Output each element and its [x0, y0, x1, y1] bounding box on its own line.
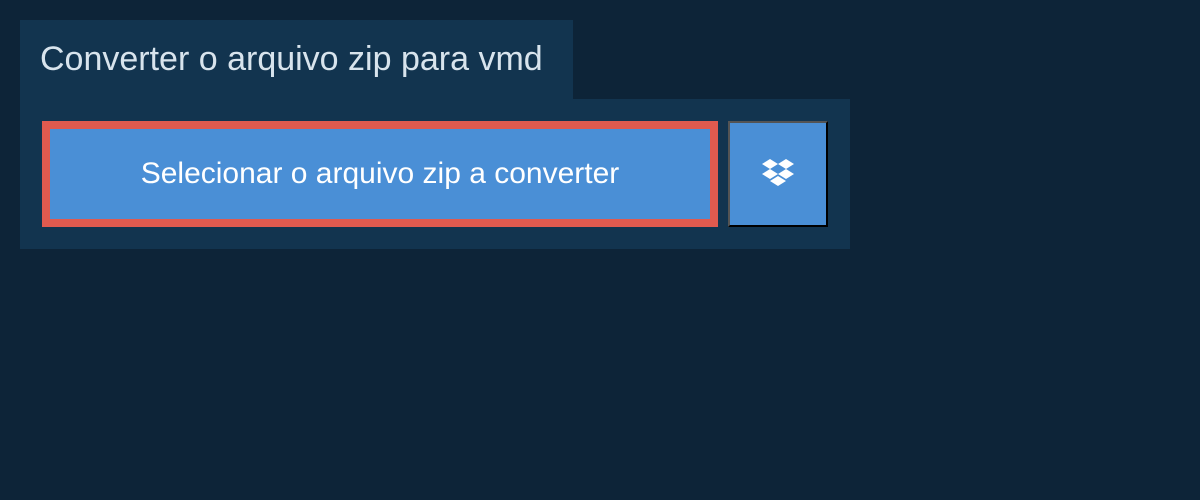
action-panel: Selecionar o arquivo zip a converter [20, 99, 850, 249]
converter-container: Converter o arquivo zip para vmd Selecio… [0, 0, 1200, 269]
content-wrapper: Converter o arquivo zip para vmd Selecio… [20, 20, 850, 249]
title-bar: Converter o arquivo zip para vmd [20, 20, 573, 99]
select-file-label: Selecionar o arquivo zip a converter [141, 157, 620, 191]
page-title: Converter o arquivo zip para vmd [40, 40, 543, 79]
select-file-button[interactable]: Selecionar o arquivo zip a converter [42, 121, 718, 227]
dropbox-icon [762, 159, 794, 189]
dropbox-button[interactable] [728, 121, 828, 227]
